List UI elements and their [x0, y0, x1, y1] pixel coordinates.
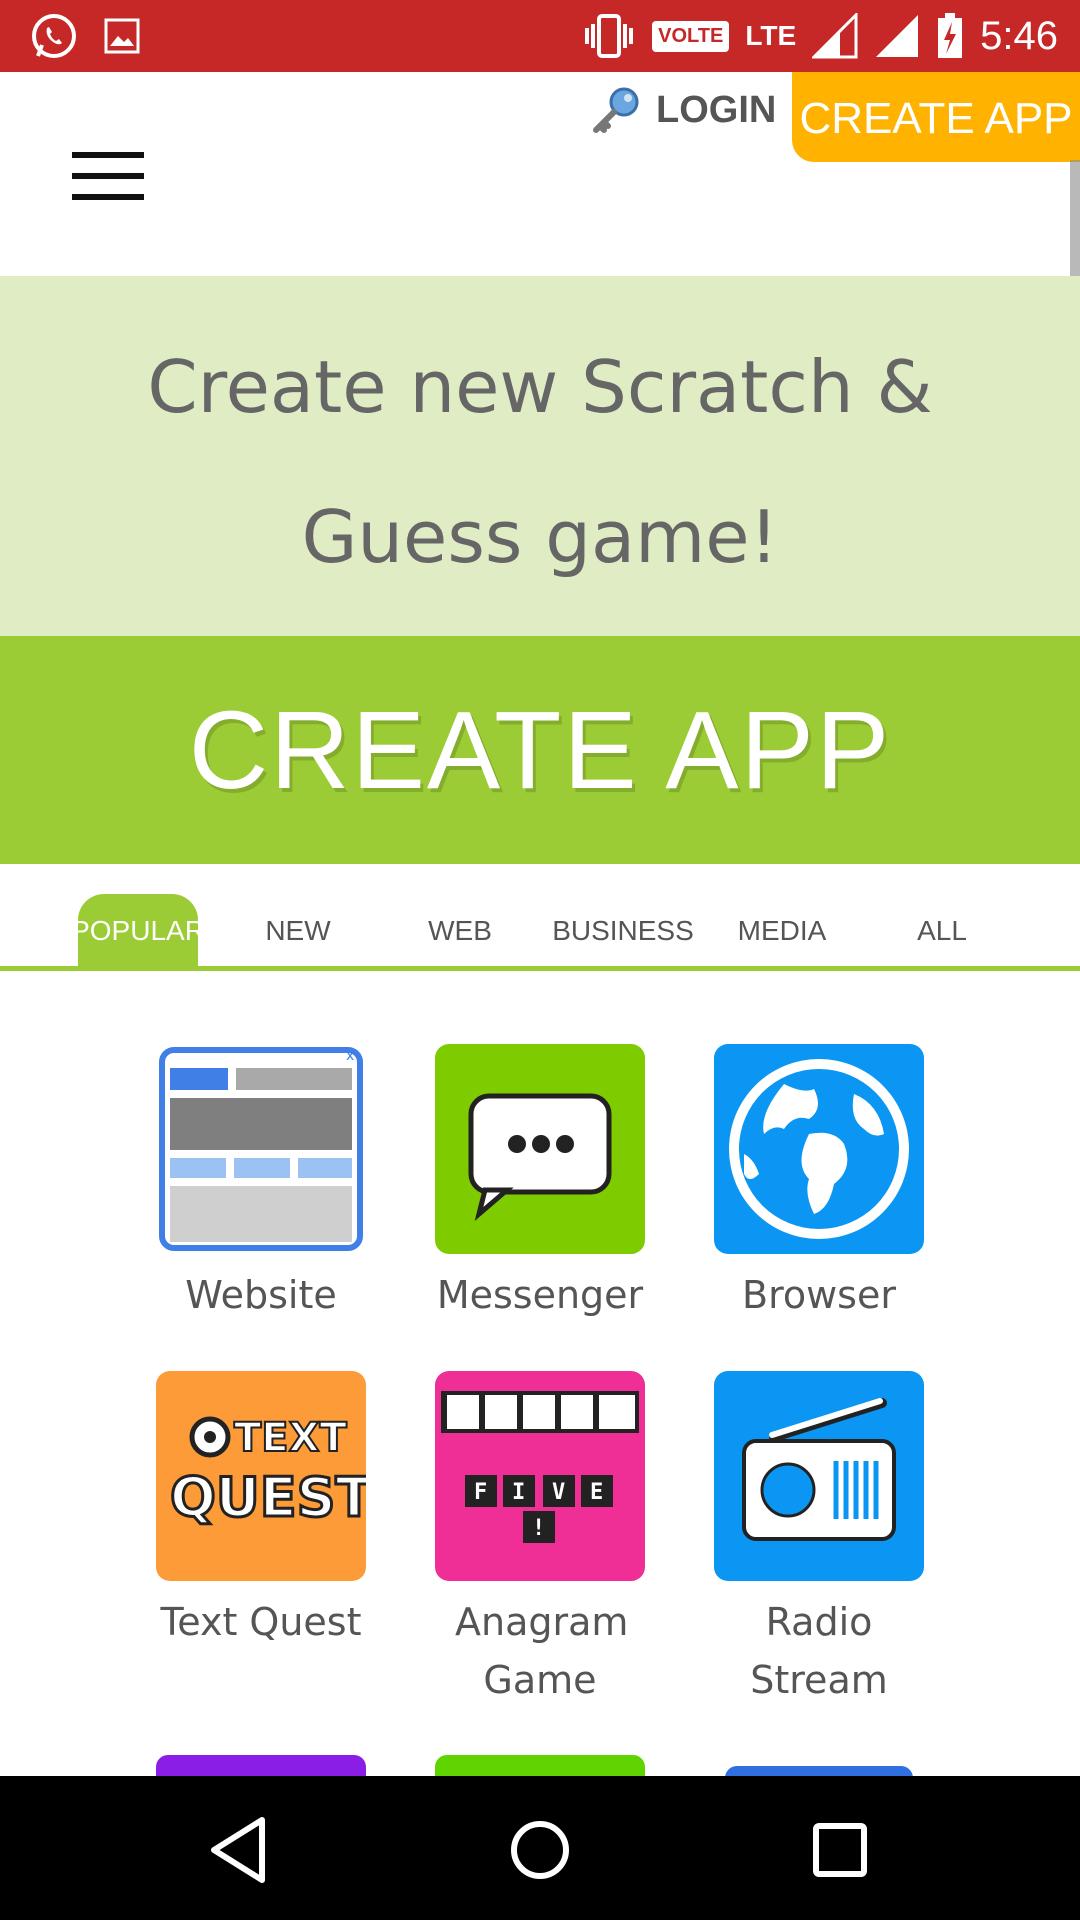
app-label: Anagram Game	[455, 1600, 629, 1702]
tab-business[interactable]: BUSINESS	[548, 894, 698, 968]
vibrate-icon	[585, 14, 634, 58]
icon-text-text: TEXT	[234, 1415, 347, 1461]
app-tile-anagram-game[interactable]: F I V E ! Anagram Game	[435, 1371, 645, 1702]
category-tabs: POPULAR NEW WEB BUSINESS MEDIA ALL	[0, 864, 1080, 974]
signal-icon	[812, 13, 858, 59]
create-app-button[interactable]: CREATE APP	[0, 636, 1080, 864]
icon-letter: E	[590, 1480, 603, 1505]
home-icon[interactable]	[500, 1810, 580, 1890]
tab-underline	[0, 966, 1080, 971]
svg-text:x: x	[346, 1048, 354, 1064]
battery-charging-icon	[938, 13, 963, 58]
status-bar: VOLTE LTE 5:46	[0, 0, 1080, 72]
app-tile-text-quest[interactable]: TEXT QUEST Text Quest	[156, 1371, 366, 1644]
tab-web[interactable]: WEB	[400, 894, 520, 968]
tab-all[interactable]: ALL	[882, 894, 1002, 968]
icon-text-quest: QUEST	[170, 1466, 366, 1529]
app-label: Text Quest	[160, 1600, 362, 1644]
app-tile-radio-stream[interactable]: Radio Stream	[714, 1371, 924, 1702]
whatsapp-icon	[32, 14, 76, 58]
system-nav-bar	[0, 1776, 1080, 1920]
icon-letter: I	[512, 1480, 525, 1505]
lte-indicator: LTE	[745, 20, 797, 51]
gallery-icon	[104, 18, 140, 54]
app-label: Website	[185, 1273, 337, 1317]
tab-new[interactable]: NEW	[238, 894, 358, 968]
hero-title: Create new Scratch & Guess game!	[147, 345, 933, 579]
text-quest-icon: TEXT QUEST	[156, 1371, 366, 1581]
icon-letter: V	[552, 1480, 565, 1505]
app-tile-browser[interactable]: Browser	[714, 1044, 924, 1317]
icon-letter: F	[474, 1480, 487, 1505]
key-icon	[593, 87, 639, 133]
app-label: Browser	[742, 1273, 896, 1317]
volte-badge: VOLTE	[652, 20, 730, 52]
radio-icon	[714, 1371, 924, 1581]
back-icon[interactable]	[200, 1810, 280, 1890]
hero-banner: Create new Scratch & Guess game!	[0, 276, 1080, 636]
app-tile-website[interactable]: x Website	[156, 1044, 366, 1317]
hamburger-icon[interactable]	[72, 152, 144, 204]
app-tile-messenger[interactable]: Messenger	[435, 1044, 645, 1317]
website-icon: x	[156, 1044, 366, 1254]
app-label: Messenger	[436, 1273, 644, 1317]
recents-icon[interactable]	[800, 1810, 880, 1890]
login-label: LOGIN	[656, 88, 777, 131]
signal-icon	[876, 15, 919, 57]
messenger-icon	[435, 1044, 645, 1254]
login-link[interactable]: LOGIN	[590, 84, 776, 136]
create-app-label: CREATE APP	[188, 688, 892, 812]
tab-media[interactable]: MEDIA	[722, 894, 842, 968]
icon-letter: !	[532, 1516, 545, 1541]
globe-icon	[714, 1044, 924, 1254]
clock: 5:46	[980, 13, 1058, 58]
app-label: Radio Stream	[750, 1600, 888, 1702]
create-app-header-button[interactable]: CREATE APP	[792, 72, 1080, 162]
site-header: LOGIN CREATE APP	[0, 72, 1080, 276]
tab-popular[interactable]: POPULAR	[71, 894, 205, 968]
anagram-icon: F I V E !	[435, 1371, 645, 1581]
